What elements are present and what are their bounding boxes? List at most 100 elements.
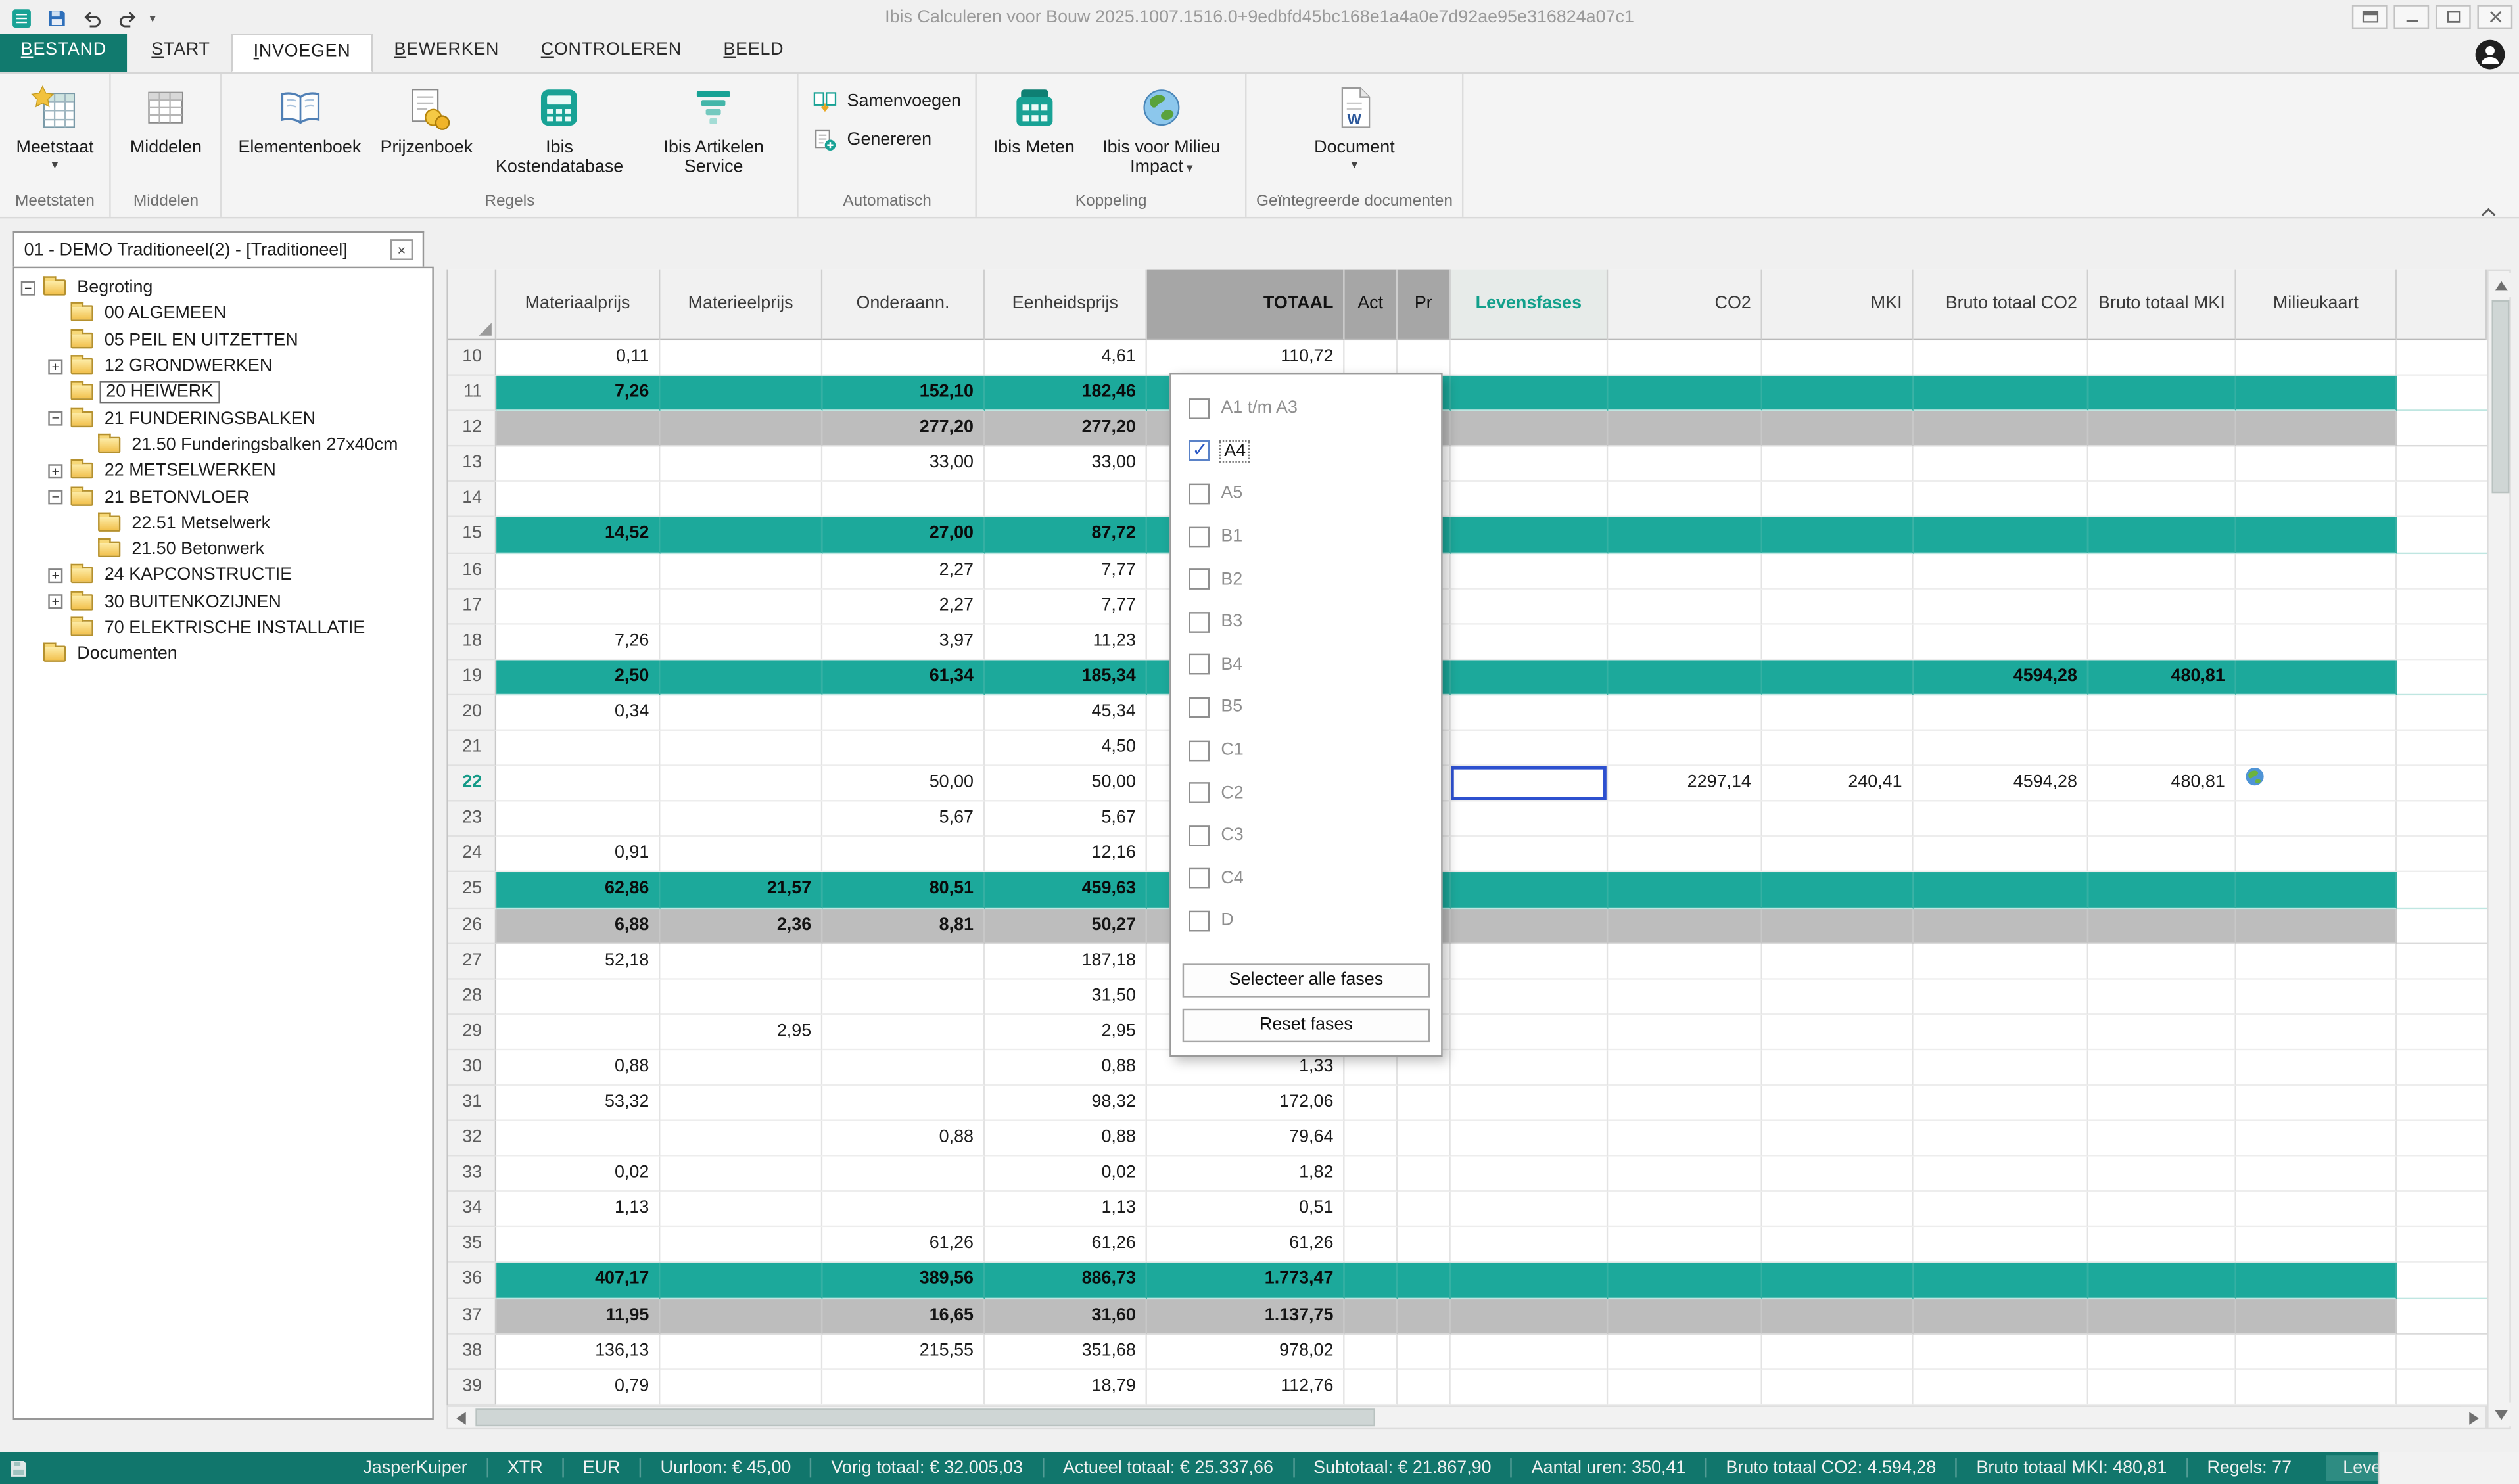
grid-cell-lev[interactable]	[1451, 766, 1609, 802]
grid-cell-bco2[interactable]	[1914, 589, 2088, 624]
grid-cell-lev[interactable]	[1451, 624, 1609, 660]
grid-cell-ond[interactable]	[822, 1015, 985, 1050]
grid-cell-bco2[interactable]	[1914, 1157, 2088, 1192]
ribbon-button-ibis-voor-milieu-impact[interactable]: Ibis voor Milieu Impact▾	[1087, 79, 1235, 181]
grid-cell-mki[interactable]	[1762, 695, 1914, 731]
grid-cell-matl[interactable]	[660, 1228, 822, 1263]
ribbon-button-elementenboek[interactable]: Elementenboek	[232, 79, 367, 161]
grid-cell-tot[interactable]: 1.773,47	[1147, 1263, 1345, 1299]
grid-cell-co2[interactable]	[1608, 589, 1762, 624]
collapse-ribbon-icon[interactable]	[2480, 196, 2503, 212]
grid-cell-eenh[interactable]: 351,68	[985, 1334, 1147, 1370]
grid-cell-matl[interactable]	[660, 1299, 822, 1334]
grid-cell-tot[interactable]: 0,51	[1147, 1192, 1345, 1228]
levensfase-option-b4[interactable]: B4	[1171, 643, 1442, 686]
col-header-bruto-totaal-mki[interactable]: Bruto totaal MKI	[2088, 270, 2236, 341]
grid-cell-mat[interactable]: 6,88	[496, 908, 660, 944]
grid-cell-eenh[interactable]: 98,32	[985, 1086, 1147, 1121]
grid-cell-lev[interactable]	[1451, 1121, 1609, 1157]
grid-cell-mki[interactable]	[1762, 908, 1914, 944]
grid-cell-ond[interactable]: 61,26	[822, 1228, 985, 1263]
grid-cell-bmki[interactable]	[2088, 624, 2236, 660]
col-header-milieukaart[interactable]: Milieukaart	[2236, 270, 2397, 341]
grid-cell-mat[interactable]: 7,26	[496, 376, 660, 411]
grid-cell-ond[interactable]: 215,55	[822, 1334, 985, 1370]
grid-cell-bmki[interactable]	[2088, 1192, 2236, 1228]
grid-cell-bmki[interactable]	[2088, 1370, 2236, 1405]
row-header[interactable]: 16	[448, 553, 496, 589]
grid-cell-eenh[interactable]: 33,00	[985, 447, 1147, 482]
grid-cell-matl[interactable]	[660, 624, 822, 660]
grid-cell-bmki[interactable]	[2088, 1263, 2236, 1299]
grid-cell-act[interactable]	[1345, 1370, 1398, 1405]
grid-cell-bmki[interactable]	[2088, 482, 2236, 518]
grid-cell-tot[interactable]: 79,64	[1147, 1121, 1345, 1157]
grid-cell-ond[interactable]: 33,00	[822, 447, 985, 482]
grid-cell-eenh[interactable]: 2,95	[985, 1015, 1147, 1050]
tab-start[interactable]: START	[131, 34, 231, 72]
scroll-right-icon[interactable]	[2461, 1407, 2485, 1428]
grid-cell-bmki[interactable]: 480,81	[2088, 766, 2236, 802]
grid-cell-eenh[interactable]: 886,73	[985, 1263, 1147, 1299]
grid-cell-co2[interactable]	[1608, 837, 1762, 873]
grid-cell-ond[interactable]: 50,00	[822, 766, 985, 802]
select-all-corner[interactable]	[448, 270, 496, 341]
tab-beeld[interactable]: BEELD	[703, 34, 805, 72]
tree-item-24-kapconstructie[interactable]: +24 KAPCONSTRUCTIE	[14, 563, 432, 589]
grid-cell-matl[interactable]: 2,36	[660, 908, 822, 944]
grid-cell-ond[interactable]: 2,27	[822, 589, 985, 624]
grid-cell-mki[interactable]	[1762, 802, 1914, 837]
grid-cell-bco2[interactable]	[1914, 1086, 2088, 1121]
row-header[interactable]: 12	[448, 411, 496, 447]
grid-cell-tot[interactable]: 110,72	[1147, 340, 1345, 376]
grid-cell-mat[interactable]: 2,50	[496, 660, 660, 695]
grid-cell-pr[interactable]	[1398, 1299, 1451, 1334]
row-header[interactable]: 11	[448, 376, 496, 411]
tree-item-00-algemeen[interactable]: 00 ALGEMEEN	[14, 301, 432, 327]
grid-cell-co2[interactable]	[1608, 1015, 1762, 1050]
row-header[interactable]: 10	[448, 340, 496, 376]
grid-cell-ond[interactable]: 16,65	[822, 1299, 985, 1334]
grid-cell-eenh[interactable]: 1,13	[985, 1192, 1147, 1228]
grid-cell-co2[interactable]	[1608, 660, 1762, 695]
grid-cell-eenh[interactable]: 459,63	[985, 873, 1147, 908]
grid-cell-ond[interactable]	[822, 944, 985, 979]
grid-cell-milieu[interactable]	[2236, 766, 2397, 802]
grid-cell-eenh[interactable]: 12,16	[985, 837, 1147, 873]
grid-cell-mki[interactable]	[1762, 1121, 1914, 1157]
grid-cell-milieu[interactable]	[2236, 1157, 2397, 1192]
grid-cell-lev[interactable]	[1451, 1299, 1609, 1334]
ribbon-button-genereren[interactable]: Genereren	[809, 126, 937, 154]
grid-cell-matl[interactable]	[660, 695, 822, 731]
grid-cell-bco2[interactable]	[1914, 1228, 2088, 1263]
levensfase-option-b3[interactable]: B3	[1171, 601, 1442, 643]
grid-cell-milieu[interactable]	[2236, 376, 2397, 411]
grid-cell-lev[interactable]	[1451, 411, 1609, 447]
grid-cell-bmki[interactable]	[2088, 1086, 2236, 1121]
grid-cell-milieu[interactable]	[2236, 518, 2397, 553]
grid-cell-bco2[interactable]	[1914, 1121, 2088, 1157]
tab-invoegen[interactable]: INVOEGEN	[231, 34, 373, 72]
grid-cell-ond[interactable]	[822, 340, 985, 376]
row-header[interactable]: 13	[448, 447, 496, 482]
grid-cell-lev[interactable]	[1451, 482, 1609, 518]
grid-cell-mki[interactable]: 240,41	[1762, 766, 1914, 802]
grid-cell-bmki[interactable]	[2088, 802, 2236, 837]
grid-cell-pr[interactable]	[1398, 1370, 1451, 1405]
grid-cell-milieu[interactable]	[2236, 1192, 2397, 1228]
row-header[interactable]: 29	[448, 1015, 496, 1050]
levensfase-option-b1[interactable]: B1	[1171, 515, 1442, 558]
grid-cell-milieu[interactable]	[2236, 340, 2397, 376]
milieukaart-icon[interactable]	[2244, 766, 2265, 800]
grid-cell-eenh[interactable]: 50,27	[985, 908, 1147, 944]
grid-cell-ond[interactable]: 0,88	[822, 1121, 985, 1157]
expand-icon[interactable]: +	[48, 359, 69, 373]
levensfase-option-a1-t-m-a3[interactable]: A1 t/m A3	[1171, 387, 1442, 430]
grid-cell-pr[interactable]	[1398, 340, 1451, 376]
grid-cell-mki[interactable]	[1762, 1015, 1914, 1050]
grid-cell-co2[interactable]	[1608, 802, 1762, 837]
expand-icon[interactable]: +	[48, 568, 69, 583]
grid-cell-co2[interactable]: 2297,14	[1608, 766, 1762, 802]
checkbox-icon[interactable]	[1189, 825, 1210, 846]
grid-cell-act[interactable]	[1345, 1086, 1398, 1121]
